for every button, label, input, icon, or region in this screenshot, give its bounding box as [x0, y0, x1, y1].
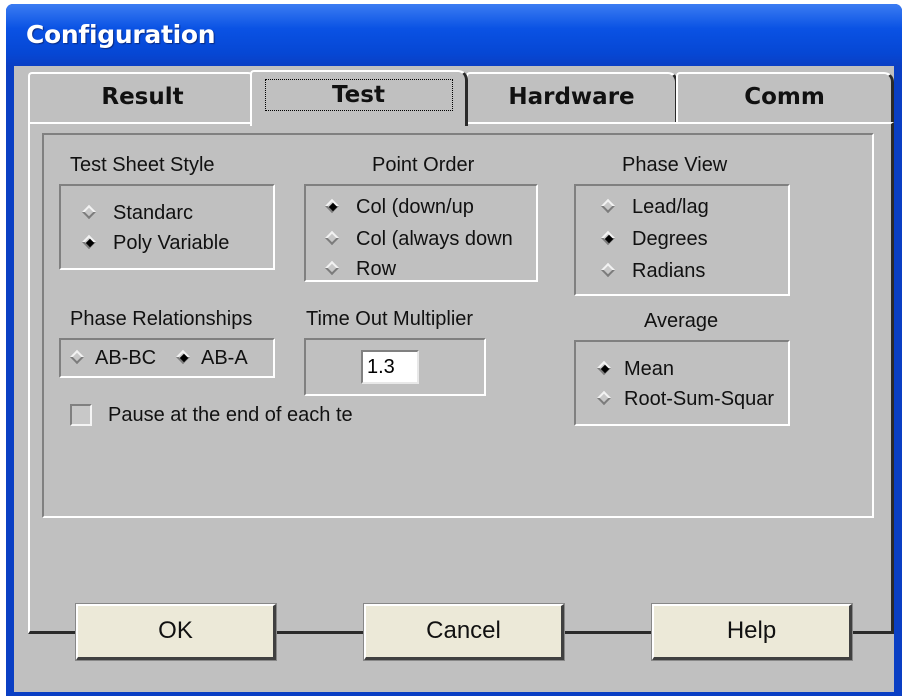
- tab-comm[interactable]: Comm: [676, 72, 894, 122]
- radio-button-icon: [69, 349, 85, 365]
- tab-hardware[interactable]: Hardware: [466, 72, 678, 122]
- tab-hardware-label: Hardware: [508, 84, 635, 110]
- radio-button-icon: [324, 260, 340, 276]
- radio-ab-bc-label: AB-BC: [95, 347, 157, 369]
- radio-degrees-label: Degrees: [632, 228, 708, 250]
- radio-button-icon: [596, 390, 612, 406]
- phase-relationships-group: AB-BC AB-A: [59, 338, 275, 378]
- time-out-multiplier-label: Time Out Multiplier: [306, 308, 474, 330]
- time-out-multiplier-group: 1.3: [304, 338, 486, 396]
- phase-view-label: Phase View: [622, 154, 728, 176]
- tab-result[interactable]: Result: [28, 72, 258, 122]
- tab-test-label: Test: [264, 79, 453, 111]
- radio-lead-lag-label: Lead/lag: [632, 196, 709, 218]
- pause-at-end-checkbox-row[interactable]: Pause at the end of each te: [70, 402, 370, 428]
- time-out-multiplier-input[interactable]: 1.3: [361, 350, 419, 384]
- radio-poly-variable-label: Poly Variable: [113, 232, 230, 254]
- point-order-label: Point Order: [372, 154, 475, 176]
- average-group: Mean Root-Sum-Squar: [574, 340, 790, 426]
- window-title: Configuration: [26, 20, 216, 49]
- radio-mean-label: Mean: [624, 358, 675, 380]
- test-sheet-style-group: Standarc Poly Variable: [59, 184, 275, 270]
- radio-standard-label: Standarc: [113, 202, 194, 224]
- phase-relationships-label: Phase Relationships: [70, 308, 253, 330]
- tab-comm-label: Comm: [744, 84, 825, 110]
- dialog-client-area: Result Hardware Comm Test Test Sheet Sty…: [14, 66, 894, 692]
- radio-button-selected-icon: [324, 198, 340, 214]
- radio-button-icon: [324, 230, 340, 246]
- title-bar[interactable]: Configuration: [6, 4, 902, 66]
- radio-button-selected-icon: [596, 360, 612, 376]
- point-order-group: Col (down/up Col (always down Row: [304, 184, 538, 282]
- radio-button-icon: [600, 262, 616, 278]
- average-label: Average: [644, 310, 719, 332]
- phase-view-group: Lead/lag Degrees Radians: [574, 184, 790, 296]
- radio-button-selected-icon: [81, 234, 97, 250]
- radio-col-down-up-label: Col (down/up: [356, 196, 474, 218]
- ok-button[interactable]: OK: [75, 603, 277, 661]
- configuration-window: Configuration Result Hardware Comm Test …: [6, 4, 902, 696]
- radio-root-sum-square-label: Root-Sum-Squar: [624, 388, 775, 410]
- test-sheet-style-label: Test Sheet Style: [70, 154, 215, 176]
- radio-button-icon: [600, 198, 616, 214]
- pause-checkbox[interactable]: [70, 404, 92, 426]
- radio-radians-label: Radians: [632, 260, 706, 282]
- cancel-button[interactable]: Cancel: [363, 603, 565, 661]
- radio-row-label: Row: [356, 258, 397, 280]
- tab-panel-test: Test Sheet Style Standarc Poly Variable …: [28, 122, 894, 634]
- radio-col-always-down-label: Col (always down: [356, 228, 513, 250]
- tab-test[interactable]: Test: [250, 70, 468, 126]
- radio-button-selected-icon: [600, 230, 616, 246]
- radio-button-selected-icon: [175, 349, 191, 365]
- tab-result-label: Result: [101, 84, 184, 110]
- radio-button-icon: [81, 204, 97, 220]
- help-button[interactable]: Help: [651, 603, 853, 661]
- pause-checkbox-label: Pause at the end of each te: [108, 404, 353, 426]
- radio-ab-a-label: AB-A: [201, 347, 248, 369]
